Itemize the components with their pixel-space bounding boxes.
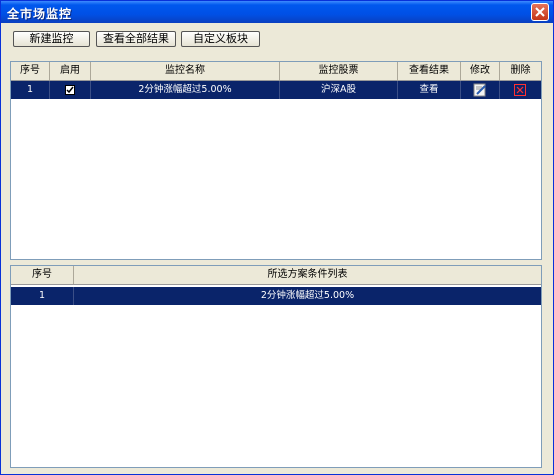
enabled-cell xyxy=(50,81,91,99)
view-all-results-button[interactable]: 查看全部结果 xyxy=(96,31,176,47)
enabled-checkbox[interactable] xyxy=(65,85,75,95)
col-condition-index[interactable]: 序号 xyxy=(11,266,74,284)
custom-block-button[interactable]: 自定义板块 xyxy=(181,31,260,47)
monitor-dialog: 全市场监控 新建监控 查看全部结果 自定义板块 序号 启用 监控名称 监控股票 … xyxy=(0,0,554,475)
monitor-stocks: 沪深A股 xyxy=(280,81,398,99)
condition-text: 2分钟涨幅超过5.00% xyxy=(260,290,355,301)
col-edit[interactable]: 修改 xyxy=(461,62,500,80)
new-monitor-button[interactable]: 新建监控 xyxy=(13,31,90,47)
checkmark-icon xyxy=(66,86,74,94)
col-name[interactable]: 监控名称 xyxy=(91,62,280,80)
col-condition-list[interactable]: 所选方案条件列表 xyxy=(74,266,541,284)
monitor-table: 序号 启用 监控名称 监控股票 查看结果 修改 删除 1 2分钟涨幅超过5.00… xyxy=(10,61,542,260)
condition-index: 1 xyxy=(11,287,74,305)
delete-cell[interactable] xyxy=(500,81,541,99)
table-row[interactable]: 1 2分钟涨幅超过5.00% 沪深A股 查看 xyxy=(11,81,541,99)
close-button[interactable] xyxy=(531,3,549,21)
edit-cell[interactable] xyxy=(461,81,500,99)
close-icon xyxy=(535,7,545,17)
col-view-results[interactable]: 查看结果 xyxy=(398,62,461,80)
view-result-link[interactable]: 查看 xyxy=(398,81,461,99)
title-bar[interactable]: 全市场监控 xyxy=(1,1,553,23)
monitor-table-header: 序号 启用 监控名称 监控股票 查看结果 修改 删除 xyxy=(11,62,541,81)
window-title: 全市场监控 xyxy=(7,7,73,21)
col-index[interactable]: 序号 xyxy=(11,62,50,80)
col-enabled[interactable]: 启用 xyxy=(50,62,91,80)
delete-icon xyxy=(514,84,526,96)
edit-icon xyxy=(473,83,486,97)
table-row[interactable]: 1 2分钟涨幅超过5.00% xyxy=(11,287,541,305)
row-index: 1 xyxy=(11,81,50,99)
monitor-name: 2分钟涨幅超过5.00% xyxy=(91,81,280,99)
condition-table-header: 序号 所选方案条件列表 xyxy=(11,266,541,285)
condition-table: 序号 所选方案条件列表 1 2分钟涨幅超过5.00% xyxy=(10,265,542,468)
col-delete[interactable]: 删除 xyxy=(500,62,541,80)
col-stocks[interactable]: 监控股票 xyxy=(280,62,398,80)
